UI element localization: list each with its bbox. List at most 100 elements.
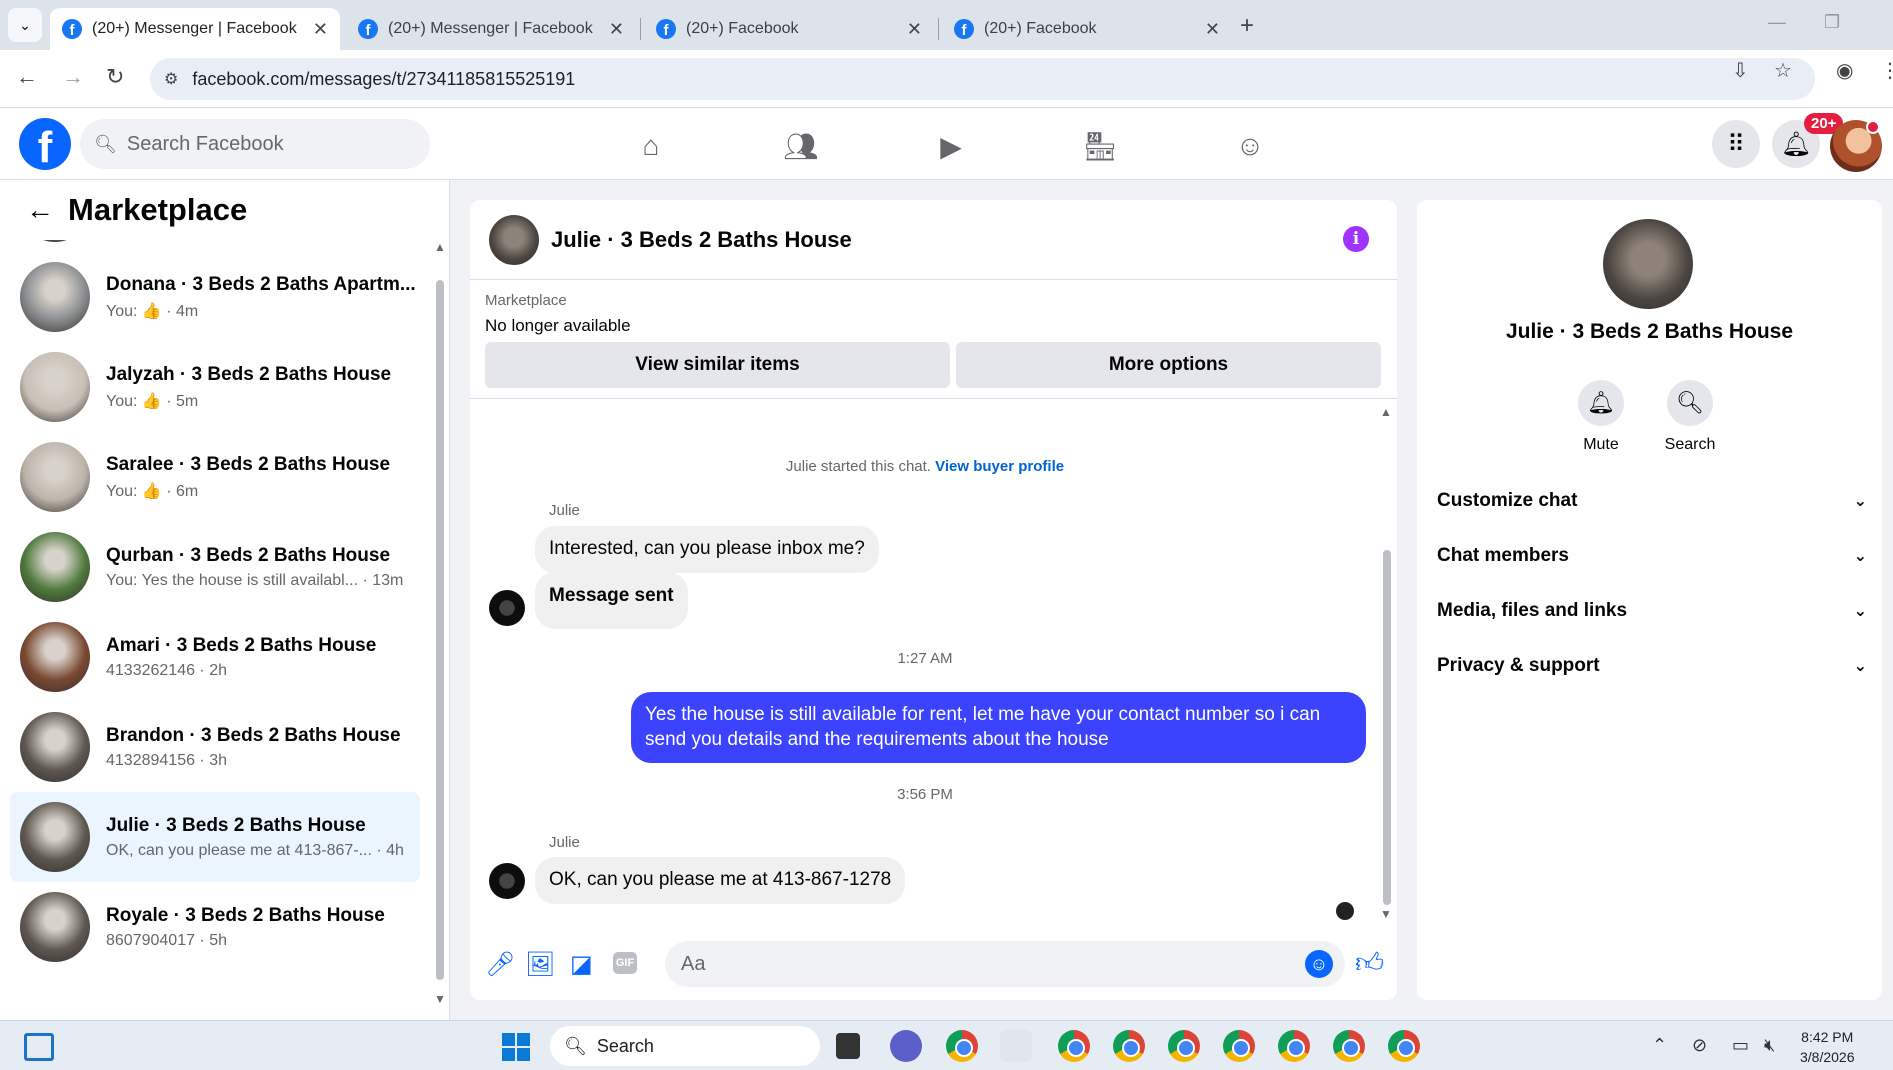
conversation-preview: OK, can you please me at 413-867-... · 4…	[106, 841, 404, 859]
scrollbar-thumb[interactable]	[436, 280, 444, 980]
incoming-message[interactable]: OK, can you please me at 413-867-1278	[535, 857, 906, 904]
chevron-down-icon: ⌄	[1853, 603, 1867, 620]
incoming-message[interactable]: Message sent	[535, 572, 688, 629]
contact-avatar[interactable]	[1603, 219, 1693, 309]
network-off-icon[interactable]: ⊘	[1692, 1035, 1707, 1056]
sidebar-scrollbar[interactable]: ▲ ▼	[434, 240, 446, 1006]
taskbar-search[interactable]: 🔍︎ Search	[550, 1026, 820, 1066]
incoming-message[interactable]: Interested, can you please inbox me?	[535, 526, 879, 573]
sender-avatar[interactable]	[489, 863, 525, 899]
conversation-thumbnail	[20, 802, 90, 872]
chat-members-section[interactable]: Chat members ⌄	[1437, 534, 1867, 578]
scrollbar-thumb[interactable]	[1383, 550, 1391, 905]
photo-icon[interactable]: 🖼︎	[525, 950, 555, 979]
taskbar-clock[interactable]: 8:42 PM 3/8/2026	[1800, 1027, 1855, 1067]
chrome-icon[interactable]	[1333, 1030, 1365, 1062]
browser-tab[interactable]: f (20+) Messenger | Facebook ✕	[50, 8, 340, 50]
url-text[interactable]: facebook.com/messages/t/2734118581552519…	[192, 69, 575, 90]
profile-icon[interactable]: ◉	[1836, 58, 1853, 83]
widgets-icon[interactable]	[24, 1033, 54, 1061]
menu-grid-icon[interactable]: ⠿	[1712, 120, 1760, 168]
chat-scrollbar[interactable]: ▲ ▼	[1380, 405, 1394, 921]
home-icon[interactable]: ⌂	[631, 128, 671, 164]
outgoing-message[interactable]: Yes the house is still available for ren…	[631, 692, 1366, 764]
minimize-icon[interactable]: —	[1768, 12, 1786, 33]
section-label: Privacy & support	[1437, 655, 1600, 676]
chrome-icon[interactable]	[1388, 1030, 1420, 1062]
browser-tab[interactable]: f (20+) Facebook ✕	[644, 8, 934, 50]
facebook-logo[interactable]: f	[19, 118, 71, 170]
mute-button[interactable]: 🔔︎ Mute	[1556, 380, 1646, 454]
search-in-chat-button[interactable]: 🔍︎ Search	[1645, 380, 1735, 454]
facebook-search[interactable]: 🔍︎	[80, 119, 430, 169]
groups-icon[interactable]: ☺	[1230, 128, 1270, 164]
sender-avatar[interactable]	[489, 590, 525, 626]
marketplace-icon[interactable]: 🏪︎	[1080, 128, 1120, 164]
address-bar[interactable]: ⚙ facebook.com/messages/t/27341185815525…	[150, 58, 1815, 100]
facebook-search-input[interactable]	[126, 132, 387, 156]
chat-avatar[interactable]	[489, 214, 539, 265]
divider	[470, 398, 1397, 399]
back-arrow-icon[interactable]: ←	[26, 194, 54, 226]
chrome-icon[interactable]	[1223, 1030, 1255, 1062]
scroll-up-icon[interactable]: ▲	[434, 240, 446, 254]
conversation-item[interactable]: Brandon · 3 Beds 2 Baths House 4132894156…	[10, 702, 420, 792]
microphone-icon[interactable]: 🎤︎	[485, 950, 515, 979]
thumbs-up-icon[interactable]: 👍︎	[1355, 946, 1384, 980]
conversation-preview: 4132894156 · 3h	[106, 751, 227, 769]
conversation-item[interactable]: Donana · 3 Beds 2 Baths Apartm... You: 👍 …	[10, 252, 420, 342]
scroll-up-icon[interactable]: ▲	[1380, 405, 1392, 419]
tab-search-menu[interactable]: ⌄	[8, 8, 42, 42]
bookmark-star-icon[interactable]: ☆	[1774, 58, 1792, 83]
file-app-icon[interactable]	[836, 1033, 860, 1059]
scroll-down-icon[interactable]: ▼	[434, 992, 446, 1006]
info-icon[interactable]: i	[1343, 226, 1369, 252]
forward-arrow-icon[interactable]: →	[62, 64, 84, 90]
more-menu-icon[interactable]: ⋮	[1880, 58, 1893, 83]
view-buyer-profile-link[interactable]: View buyer profile	[935, 458, 1064, 475]
conversation-item[interactable]: Royale · 3 Beds 2 Baths House 8607904017 …	[10, 882, 420, 972]
site-settings-icon[interactable]: ⚙	[164, 69, 178, 89]
chat-title[interactable]: Julie · 3 Beds 2 Baths House	[551, 227, 852, 253]
snipping-tool-icon[interactable]	[1000, 1030, 1032, 1062]
emoji-icon[interactable]: ☺	[1305, 950, 1333, 978]
privacy-support-section[interactable]: Privacy & support ⌄	[1437, 644, 1867, 688]
close-icon[interactable]: ✕	[907, 19, 922, 40]
conversation-item[interactable]: Qurban · 3 Beds 2 Baths House You: Yes th…	[10, 522, 420, 612]
display-icon[interactable]: ▭	[1732, 1035, 1749, 1056]
chrome-icon[interactable]	[1278, 1030, 1310, 1062]
close-icon[interactable]: ✕	[1205, 19, 1220, 40]
message-input[interactable]	[665, 941, 1345, 987]
view-similar-items-button[interactable]: View similar items	[485, 342, 950, 388]
windows-start-icon[interactable]	[502, 1033, 530, 1061]
chrome-icon[interactable]	[1058, 1030, 1090, 1062]
gif-icon[interactable]: GIF	[613, 952, 637, 974]
install-app-icon[interactable]: ⇩	[1732, 58, 1749, 83]
more-options-button[interactable]: More options	[956, 342, 1381, 388]
conversation-item[interactable]: Julie · 3 Beds 2 Baths House OK, can you …	[10, 792, 420, 882]
friends-icon[interactable]: 👥︎	[781, 128, 821, 164]
chrome-icon[interactable]	[946, 1030, 978, 1062]
back-arrow-icon[interactable]: ←	[16, 64, 38, 90]
teams-icon[interactable]	[890, 1030, 922, 1062]
video-icon[interactable]: ▶	[931, 128, 971, 164]
chrome-icon[interactable]	[1168, 1030, 1200, 1062]
customize-chat-section[interactable]: Customize chat ⌄	[1437, 479, 1867, 523]
sticker-icon[interactable]: ◪	[570, 950, 593, 979]
browser-tab[interactable]: f (20+) Messenger | Facebook ✕	[346, 8, 636, 50]
volume-muted-icon[interactable]: 🔇︎	[1764, 1035, 1775, 1056]
new-tab-button[interactable]: +	[1240, 12, 1254, 40]
close-icon[interactable]: ✕	[313, 19, 328, 40]
restore-icon[interactable]: ❐	[1824, 12, 1840, 33]
media-files-links-section[interactable]: Media, files and links ⌄	[1437, 589, 1867, 633]
conversation-item[interactable]: Saralee · 3 Beds 2 Baths House You: 👍 · 6…	[10, 432, 420, 522]
reload-icon[interactable]: ↻	[106, 64, 124, 90]
chevron-up-icon[interactable]: ⌃	[1652, 1035, 1667, 1056]
chrome-icon[interactable]	[1113, 1030, 1145, 1062]
conversation-item[interactable]: Jalyzah · 3 Beds 2 Baths House You: 👍 · 5…	[10, 342, 420, 432]
browser-tab[interactable]: f (20+) Facebook ✕	[942, 8, 1232, 50]
scroll-down-icon[interactable]: ▼	[1380, 907, 1392, 921]
conversation-item[interactable]: Amari · 3 Beds 2 Baths House 4133262146 ·…	[10, 612, 420, 702]
conversation-name: Qurban · 3 Beds 2 Baths House	[106, 544, 391, 566]
close-icon[interactable]: ✕	[609, 19, 624, 40]
